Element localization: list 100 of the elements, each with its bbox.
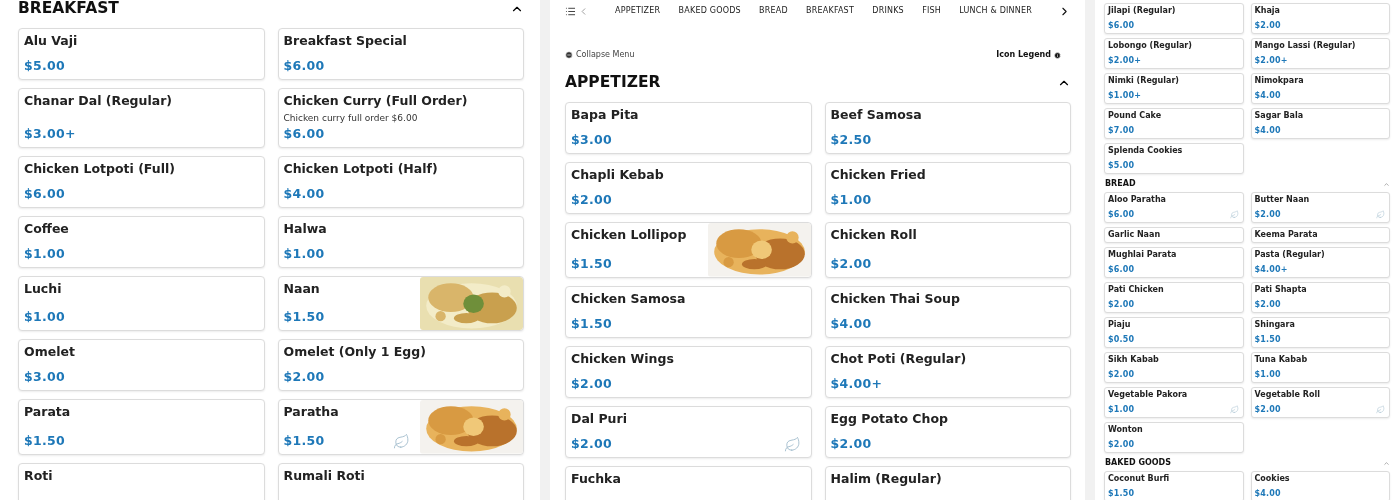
list-icon[interactable] [565, 6, 576, 17]
item-name: Beef Samosa [830, 107, 923, 124]
item-name: Alu Vaji [24, 33, 79, 50]
item-price: $6.00 [1108, 21, 1136, 31]
menu-item-card[interactable]: Nimokpara $4.00 [1250, 73, 1390, 104]
menu-item-card[interactable]: Omelet (Only 1 Egg) $2.00 [277, 339, 524, 392]
item-name: Cookies [1254, 474, 1291, 484]
item-price: $1.50 [1108, 489, 1136, 499]
item-name: Sikh Kabab [1108, 355, 1160, 365]
menu-item-card[interactable]: Pound Cake $7.00 [1104, 108, 1244, 139]
menu-item-card[interactable]: Piaju $0.50 [1104, 317, 1244, 348]
menu-item-card[interactable]: Garlic Naan [1104, 227, 1244, 243]
item-name: Piaju [1108, 320, 1132, 330]
minus-circle-icon [565, 51, 573, 59]
item-name: Omelet (Only 1 Egg) [283, 344, 427, 361]
menu-item-card[interactable]: Wonton $2.00 [1104, 422, 1244, 453]
menu-item-card[interactable]: Butter Naan $2.00 [1250, 192, 1390, 223]
section-title: BREAD [1105, 179, 1136, 189]
item-name: Chicken Lotpoti (Half) [283, 160, 439, 177]
menu-item-card[interactable]: Khaja $2.00 [1250, 3, 1390, 34]
item-price: $2.00 [1108, 370, 1136, 380]
menu-item-card[interactable]: Halwa $1.00 [277, 215, 524, 268]
category-tab[interactable]: LUNCH & DINNER [959, 4, 1032, 19]
item-name: Chot Poti (Regular) [830, 350, 968, 367]
menu-item-card[interactable]: Pati Chicken $2.00 [1104, 282, 1244, 313]
item-name: Sagar Bala [1254, 111, 1305, 121]
menu-item-card[interactable]: Parata $1.50 [18, 399, 265, 455]
item-price: $2.50 [830, 132, 873, 149]
item-price: $1.00 [24, 245, 67, 262]
menu-item-card[interactable]: Lobongo (Regular) $2.00+ [1104, 38, 1244, 69]
menu-item-card[interactable]: Chicken Thai Soup $4.00 [824, 285, 1071, 338]
item-price: $1.00 [1254, 370, 1282, 380]
item-price: $4.00 [1254, 126, 1282, 136]
category-tab[interactable]: APPETIZER [615, 4, 661, 19]
category-tab[interactable]: DRINKS [872, 4, 904, 19]
menu-item-card[interactable]: Naan $1.50 [277, 275, 524, 332]
menu-item-card[interactable]: Pasta (Regular) $4.00+ [1250, 247, 1390, 278]
menu-item-card[interactable]: Fuchka [565, 465, 812, 500]
item-price: $2.00 [1108, 300, 1136, 310]
menu-item-card[interactable]: Chicken Curry (Full Order) Chicken curry full order $6.00 $6.00 [277, 88, 524, 148]
menu-item-card[interactable]: Nimki (Regular) $1.00+ [1104, 73, 1244, 104]
menu-item-card[interactable]: Pati Shapta $2.00 [1250, 282, 1390, 313]
menu-item-card[interactable]: Tuna Kabab $1.00 [1250, 352, 1390, 383]
menu-item-card[interactable]: Chicken Fried $1.00 [824, 162, 1071, 215]
menu-item-card[interactable]: Egg Potato Chop $2.00 [824, 405, 1071, 458]
menu-item-card[interactable]: Chicken Roll $2.00 [824, 222, 1071, 278]
menu-item-card[interactable]: Coconut Burfi $1.50 [1104, 471, 1244, 500]
menu-item-card[interactable]: Chicken Lotpoti (Half) $4.00 [277, 155, 524, 208]
menu-item-card[interactable]: Bapa Pita $3.00 [565, 102, 812, 155]
menu-item-card[interactable]: Breakfast Special $6.00 [277, 28, 524, 81]
menu-item-card[interactable]: Omelet $3.00 [18, 339, 265, 392]
menu-item-card[interactable]: Chicken Lollipop $1.50 [565, 222, 812, 278]
item-name: Dal Puri [571, 410, 628, 427]
menu-item-card[interactable]: Chot Poti (Regular) $4.00+ [824, 345, 1071, 398]
menu-item-card[interactable]: Sagar Bala $4.00 [1250, 108, 1390, 139]
menu-item-card[interactable]: Roti [18, 462, 265, 500]
menu-item-card[interactable]: Mango Lassi (Regular) $2.00+ [1250, 38, 1390, 69]
menu-item-card[interactable]: Mughlai Parata $6.00 [1104, 247, 1244, 278]
collapse-menu-button[interactable]: Collapse Menu [565, 49, 635, 61]
menu-item-card[interactable]: Luchi $1.00 [18, 275, 265, 332]
item-price: $3.00+ [24, 125, 77, 142]
menu-item-card[interactable]: Chicken Samosa $1.50 [565, 285, 812, 338]
item-price: $1.00 [24, 309, 67, 326]
menu-item-card[interactable]: Shingara $1.50 [1250, 317, 1390, 348]
menu-item-card[interactable]: Splenda Cookies $5.00 [1104, 143, 1244, 174]
category-tab[interactable]: BAKED GOODS [678, 4, 741, 19]
item-name: Chapli Kebab [571, 167, 665, 184]
item-name: Egg Potato Chop [830, 410, 949, 427]
item-name: Naan [283, 280, 321, 297]
menu-item-card[interactable]: Keema Parata [1250, 227, 1390, 243]
item-name: Halim (Regular) [830, 470, 943, 487]
menu-item-card[interactable]: Vegetable Pakora $1.00 [1104, 387, 1244, 418]
menu-item-card[interactable]: Chicken Wings $2.00 [565, 345, 812, 398]
item-name: Tuna Kabab [1254, 355, 1309, 365]
menu-item-card[interactable]: Halim (Regular) [824, 465, 1071, 500]
item-description: Chicken curry full order $6.00 [283, 112, 419, 126]
menu-item-card[interactable]: Sikh Kabab $2.00 [1104, 352, 1244, 383]
item-name: Chicken Samosa [571, 290, 687, 307]
menu-item-card[interactable]: Dal Puri $2.00 [565, 405, 812, 458]
item-name: Parata [24, 404, 72, 421]
menu-item-card[interactable]: Vegetable Roll $2.00 [1250, 387, 1390, 418]
menu-item-card[interactable]: Chapli Kebab $2.00 [565, 162, 812, 215]
category-tab[interactable]: BREAD [759, 4, 788, 19]
menu-item-card[interactable]: Jilapi (Regular) $6.00 [1104, 3, 1244, 34]
menu-item-card[interactable]: Paratha $1.50 [277, 399, 524, 455]
category-tab[interactable]: BREAKFAST [806, 4, 854, 19]
menu-item-card[interactable]: Chicken Lotpoti (Full) $6.00 [18, 155, 265, 208]
menu-item-card[interactable]: Aloo Paratha $6.00 [1104, 192, 1244, 223]
menu-item-card[interactable]: Beef Samosa $2.50 [824, 102, 1071, 155]
category-tab[interactable]: FISH [922, 4, 941, 19]
item-price: $3.00 [24, 369, 67, 386]
menu-item-card[interactable]: Rumali Roti [277, 462, 524, 500]
item-name: Chanar Dal (Regular) [24, 93, 174, 110]
item-name: Pound Cake [1108, 111, 1163, 121]
menu-item-card[interactable]: Alu Vaji $5.00 [18, 28, 265, 81]
section-title: BAKED GOODS [1105, 458, 1171, 468]
icon-legend-button[interactable]: Icon Legend [996, 49, 1061, 61]
menu-item-card[interactable]: Coffee $1.00 [18, 215, 265, 268]
menu-item-card[interactable]: Chanar Dal (Regular) $3.00+ [18, 88, 265, 148]
menu-item-card[interactable]: Cookies $4.00 [1250, 471, 1390, 500]
